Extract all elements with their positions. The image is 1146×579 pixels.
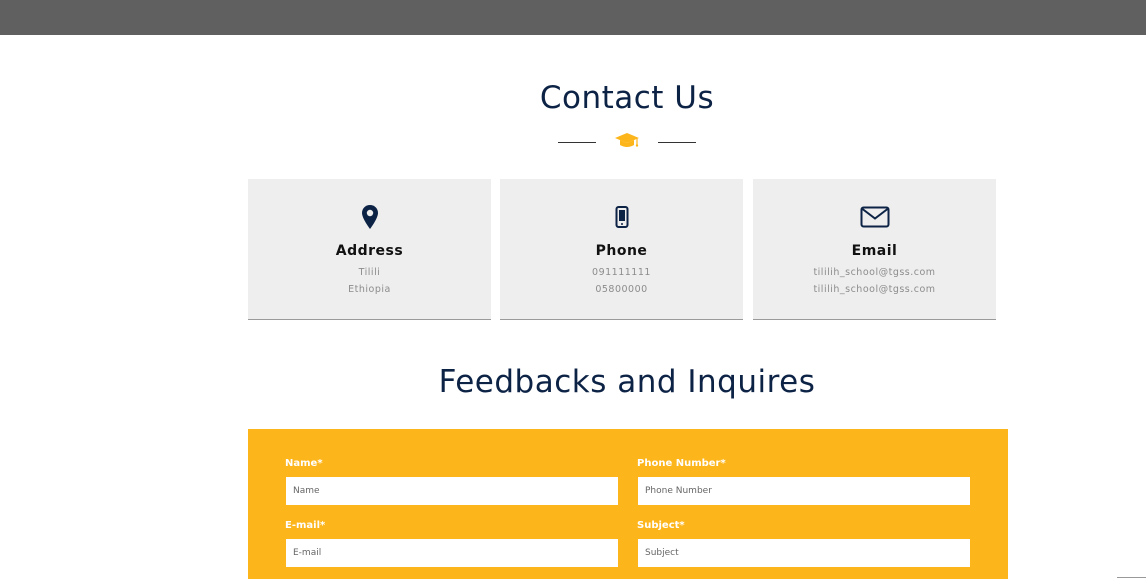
name-input[interactable]: [286, 477, 618, 505]
divider-line-right: [658, 142, 696, 143]
graduation-cap-icon: [615, 131, 639, 155]
email-card: Email tililih_school@tgss.com tililih_sc…: [753, 179, 996, 320]
map-pin-icon: [248, 203, 491, 231]
phone-card: Phone 091111111 05800000: [500, 179, 743, 320]
address-line-2: Ethiopia: [348, 284, 391, 295]
address-line-1: Tilili: [358, 267, 381, 278]
name-label: Name*: [285, 458, 323, 469]
subject-label: Subject*: [637, 520, 685, 531]
feedback-form: Name* Phone Number* E-mail* Subject*: [248, 429, 1008, 579]
email-card-title: Email: [851, 243, 898, 259]
mobile-phone-icon: [500, 203, 743, 231]
phone-line-1: 091111111: [592, 267, 651, 278]
contact-title: Contact Us: [539, 80, 715, 116]
top-bar: [0, 0, 1146, 35]
title-divider: [558, 130, 698, 154]
email-line-1: tililih_school@tgss.com: [813, 267, 936, 278]
feedback-title: Feedbacks and Inquires: [438, 364, 816, 400]
phone-line-2: 05800000: [595, 284, 648, 295]
phone-number-label: Phone Number*: [637, 458, 726, 469]
email-input[interactable]: [286, 539, 618, 567]
address-card: Address Tilili Ethiopia: [248, 179, 491, 320]
phone-card-title: Phone: [595, 243, 648, 259]
phone-number-input[interactable]: [638, 477, 970, 505]
subject-input[interactable]: [638, 539, 970, 567]
divider-line-left: [558, 142, 596, 143]
scroll-indicator: [1117, 577, 1146, 578]
email-line-2: tililih_school@tgss.com: [813, 284, 936, 295]
address-card-title: Address: [335, 243, 404, 259]
email-label: E-mail*: [285, 520, 326, 531]
envelope-icon: [753, 203, 996, 231]
